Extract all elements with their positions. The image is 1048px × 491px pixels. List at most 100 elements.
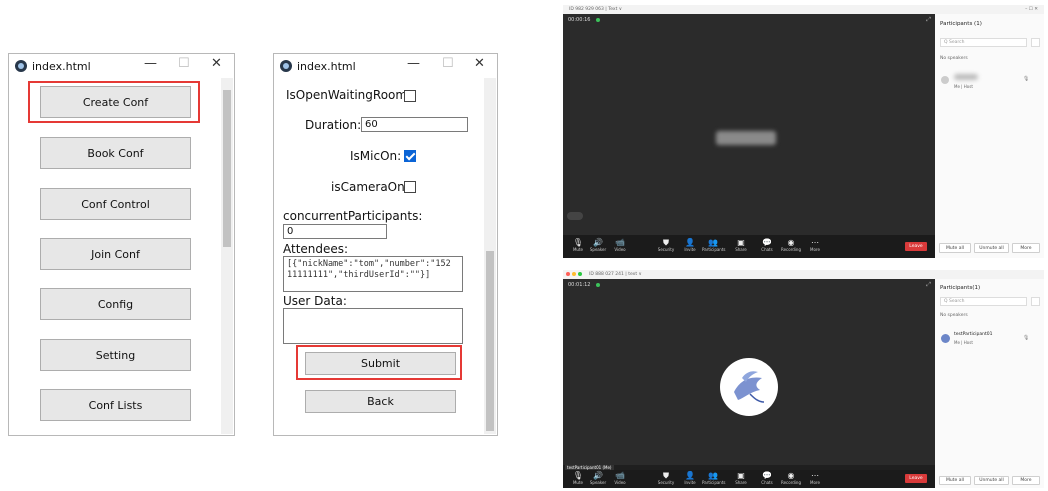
waiting-room-checkbox[interactable] xyxy=(404,90,416,102)
signal-icon xyxy=(596,283,600,287)
search-input[interactable]: Q Search xyxy=(940,38,1027,47)
scrollbar[interactable] xyxy=(484,78,496,434)
toolbar-share-button[interactable]: ▣ Share xyxy=(730,238,752,252)
concurrent-participants-input[interactable]: 0 xyxy=(283,224,387,239)
unmute-all-button[interactable]: Unmute all xyxy=(974,243,1009,253)
mic-checkbox[interactable] xyxy=(404,150,416,162)
toolbar-invite-button[interactable]: 👤 Invite xyxy=(679,238,701,252)
toolbar-chats-button[interactable]: 💬 Chats xyxy=(756,238,778,252)
toolbar-label: Security xyxy=(657,247,675,252)
duration-label: Duration: xyxy=(305,118,362,132)
maximize-button[interactable]: ☐ xyxy=(178,56,190,71)
toolbar-video-button[interactable]: 📹 Video xyxy=(609,238,631,252)
toolbar-speaker-button[interactable]: 🔊 Speaker xyxy=(587,471,609,485)
duration-input[interactable]: 60 xyxy=(361,117,468,132)
meeting-title: ID 888 027 241 | text ∨ xyxy=(589,272,642,277)
mute-all-button[interactable]: Mute all xyxy=(939,243,971,253)
toolbar-label: Invite xyxy=(684,247,696,252)
maximize-button[interactable]: ☐ xyxy=(442,56,454,71)
toolbar-security-button[interactable]: ⛊ Security xyxy=(655,471,677,485)
close-button[interactable]: ✕ xyxy=(474,56,485,71)
toolbar-more-button[interactable]: ⋯ More xyxy=(804,238,826,252)
toolbar-label: More xyxy=(810,480,820,485)
meeting-toolbar: 🎙 Mute 🔊 Speaker 📹 Video ⛊ Security 👤 Invite 👥 Part… xyxy=(563,235,935,258)
toolbar-security-button[interactable]: ⛊ Security xyxy=(655,238,677,252)
toolbar-more-button[interactable]: ⋯ More xyxy=(804,471,826,485)
video-area: 00:01:12 ⤢ xyxy=(563,279,935,465)
participant-mic-icon[interactable]: 🎙 xyxy=(1023,335,1029,341)
toolbar-invite-button[interactable]: 👤 Invite xyxy=(679,471,701,485)
toolbar-video-button[interactable]: 📹 Video xyxy=(609,471,631,485)
participants-panel: Participants(1) Q Search No speakers tes… xyxy=(935,279,1044,488)
scrollbar-thumb[interactable] xyxy=(486,251,494,431)
app-icon xyxy=(15,60,27,72)
config-button[interactable]: Config xyxy=(40,288,191,320)
toolbar-mute-button[interactable]: 🎙 Mute xyxy=(567,471,589,485)
toolbar-label: Chats xyxy=(761,247,773,252)
toolbar-recording-button[interactable]: ◉ Recording xyxy=(780,471,802,485)
leave-button[interactable]: Leave xyxy=(905,474,927,483)
toolbar-participants-button[interactable]: 👥 Participants xyxy=(702,238,726,252)
toolbar-label: More xyxy=(810,247,820,252)
attendees-textarea[interactable]: [{"nickName":"tom","number":"152 1111111… xyxy=(283,256,463,292)
expand-icon[interactable]: ⤢ xyxy=(926,281,931,289)
meeting-window-top: ID 982 929 063 | Text ∨ – ☐ ✕ 00:00:16 ⤢… xyxy=(563,5,1044,258)
video-icon: 📹 xyxy=(615,471,625,480)
more-button[interactable]: More xyxy=(1012,476,1040,485)
leave-button[interactable]: Leave xyxy=(905,242,927,251)
meeting-title: ID 982 929 063 | Text ∨ xyxy=(569,7,623,12)
meeting-window-bottom: ID 888 027 241 | text ∨ 00:01:12 ⤢ testP… xyxy=(563,270,1044,488)
close-button[interactable]: ✕ xyxy=(211,56,222,71)
participant-name-blurred xyxy=(716,131,776,145)
participants-settings-icon[interactable] xyxy=(1031,38,1040,47)
expand-icon[interactable]: ⤢ xyxy=(926,16,931,24)
chat-bubble-icon[interactable] xyxy=(567,212,583,220)
join-conf-button[interactable]: Join Conf xyxy=(40,238,191,270)
minimize-dot-icon[interactable] xyxy=(572,272,576,276)
minimize-button[interactable]: — xyxy=(407,56,420,71)
signal-icon xyxy=(596,18,600,22)
user-data-textarea[interactable] xyxy=(283,308,463,344)
book-conf-button[interactable]: Book Conf xyxy=(40,137,191,169)
mute-all-button[interactable]: Mute all xyxy=(939,476,971,485)
toolbar-label: Video xyxy=(614,480,626,485)
record-icon: ◉ xyxy=(787,471,795,480)
zoom-dot-icon[interactable] xyxy=(578,272,582,276)
toolbar-speaker-button[interactable]: 🔊 Speaker xyxy=(587,238,609,252)
meeting-timer: 00:01:12 xyxy=(568,282,591,288)
speaker-icon: 🔊 xyxy=(593,238,603,247)
conf-lists-button[interactable]: Conf Lists xyxy=(40,389,191,421)
window-controls[interactable]: – ☐ ✕ xyxy=(1025,7,1038,12)
unmute-all-button[interactable]: Unmute all xyxy=(974,476,1009,485)
scrollbar-thumb[interactable] xyxy=(223,90,231,247)
invite-icon: 👤 xyxy=(685,238,695,247)
participants-settings-icon[interactable] xyxy=(1031,297,1040,306)
toolbar-recording-button[interactable]: ◉ Recording xyxy=(780,238,802,252)
close-dot-icon[interactable] xyxy=(566,272,570,276)
participant-mic-icon[interactable]: 🎙 xyxy=(1023,76,1029,82)
scrollbar[interactable] xyxy=(221,78,233,434)
toolbar-label: Mute xyxy=(572,480,583,485)
more-icon: ⋯ xyxy=(811,471,819,480)
camera-checkbox[interactable] xyxy=(404,181,416,193)
more-button[interactable]: More xyxy=(1012,243,1040,253)
setting-button[interactable]: Setting xyxy=(40,339,191,371)
highlight-create-conf xyxy=(28,81,200,123)
toolbar-share-button[interactable]: ▣ Share xyxy=(730,471,752,485)
window-titlebar: index.html — ☐ ✕ xyxy=(9,54,234,78)
toolbar-label: Chats xyxy=(761,480,773,485)
minimize-button[interactable]: — xyxy=(144,56,157,71)
toolbar-label: Video xyxy=(614,247,626,252)
participants-title: Participants(1) xyxy=(940,285,981,291)
chat-icon: 💬 xyxy=(762,238,772,247)
participant-role: Me | Host xyxy=(954,340,973,345)
toolbar-label: Speaker xyxy=(589,247,607,252)
back-button[interactable]: Back xyxy=(305,390,456,413)
toolbar-participants-button[interactable]: 👥 Participants xyxy=(702,471,726,485)
toolbar-chats-button[interactable]: 💬 Chats xyxy=(756,471,778,485)
speaker-icon: 🔊 xyxy=(593,471,603,480)
toolbar-mute-button[interactable]: 🎙 Mute xyxy=(567,238,589,252)
search-input[interactable]: Q Search xyxy=(940,297,1027,306)
conf-control-button[interactable]: Conf Control xyxy=(40,188,191,220)
toolbar-label: Participants xyxy=(702,247,726,252)
